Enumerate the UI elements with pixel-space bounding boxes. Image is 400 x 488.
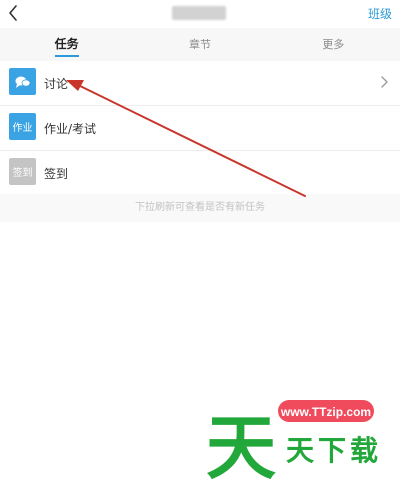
homework-icon: 作业 — [9, 113, 36, 140]
tab-tasks[interactable]: 任务 — [0, 28, 133, 61]
list-item-label: 签到 — [44, 167, 69, 181]
tab-label: 任务 — [54, 37, 79, 51]
tab-label: 更多 — [322, 38, 345, 51]
class-button[interactable]: 班级 — [368, 5, 392, 22]
page-title-blurred — [172, 6, 226, 20]
active-tab-indicator — [54, 55, 79, 57]
watermark-char: 载 — [350, 434, 378, 467]
checkin-icon: 签到 — [9, 158, 36, 185]
watermark-url: www.TTzip.com — [280, 405, 371, 419]
watermark-logo: www.TTzip.com 天 天 下 载 — [206, 400, 378, 486]
chevron-right-icon — [381, 76, 388, 88]
list-item-label: 作业/考试 — [44, 122, 97, 136]
tab-label: 章节 — [188, 38, 211, 51]
pull-refresh-hint: 下拉刷新可查看是否有新任务 — [135, 202, 265, 213]
list-item-checkin[interactable]: 签到 签到 — [0, 151, 400, 196]
pull-refresh-area: 下拉刷新可查看是否有新任务 — [0, 194, 400, 222]
app-page: 班级 任务 章节 更多 讨论 作业 作业/考试 签到 签到 下拉刷新可查看是否有… — [0, 0, 400, 488]
watermark-char: 天 — [286, 434, 314, 467]
tab-bar: 任务 章节 更多 — [0, 28, 400, 61]
task-list: 讨论 作业 作业/考试 签到 签到 — [0, 61, 400, 196]
back-button[interactable] — [4, 3, 24, 23]
tab-more[interactable]: 更多 — [267, 28, 400, 61]
watermark-char: 下 — [318, 434, 346, 467]
list-item-homework[interactable]: 作业 作业/考试 — [0, 106, 400, 151]
list-item-label: 讨论 — [44, 77, 69, 91]
tab-chapters[interactable]: 章节 — [133, 28, 266, 61]
chevron-left-icon — [9, 5, 17, 21]
chat-bubble-icon — [9, 68, 36, 95]
watermark-main-char: 天 — [206, 407, 276, 486]
header-bar: 班级 — [0, 0, 400, 28]
list-item-discussion[interactable]: 讨论 — [0, 61, 400, 106]
